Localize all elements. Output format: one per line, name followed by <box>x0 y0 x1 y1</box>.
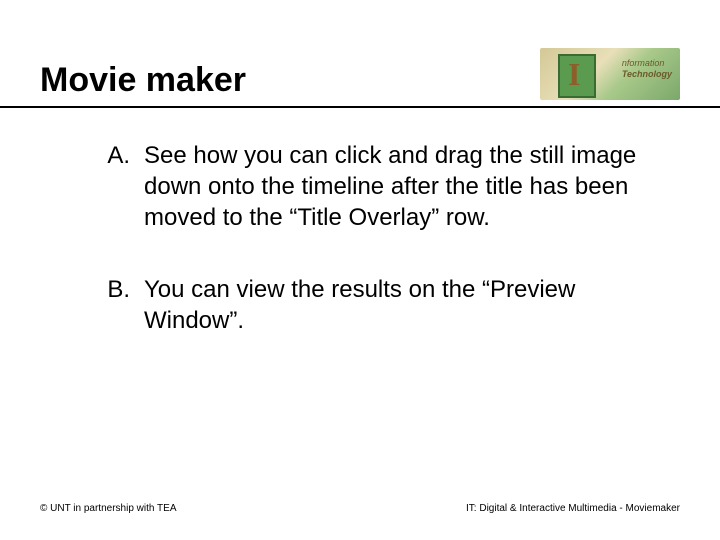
logo-line2: Technology <box>622 69 672 80</box>
list-item: A. See how you can click and drag the st… <box>98 140 660 234</box>
footer: © UNT in partnership with TEA IT: Digita… <box>40 503 680 514</box>
logo-line1: nformation <box>622 58 665 68</box>
list-marker: A. <box>98 140 144 234</box>
list-marker: B. <box>98 274 144 336</box>
list-text: See how you can click and drag the still… <box>144 140 660 234</box>
list-text: You can view the results on the “Preview… <box>144 274 660 336</box>
page-title: Movie maker <box>40 61 246 100</box>
footer-right: IT: Digital & Interactive Multimedia - M… <box>466 503 680 514</box>
header: Movie maker nformation Technology <box>0 48 720 108</box>
logo-text: nformation Technology <box>622 58 672 80</box>
content-list: A. See how you can click and drag the st… <box>98 140 660 376</box>
info-tech-logo: nformation Technology <box>540 48 680 100</box>
list-item: B. You can view the results on the “Prev… <box>98 274 660 336</box>
footer-left: © UNT in partnership with TEA <box>40 503 177 514</box>
